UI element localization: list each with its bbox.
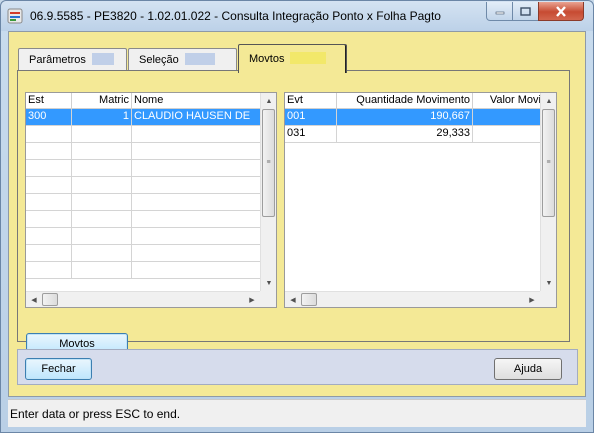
status-bar: Enter data or press ESC to end. — [8, 399, 586, 427]
events-grid-header: Evt Quantidade Movimento Valor Movi — [285, 93, 543, 109]
events-grid-vscrollbar[interactable]: ▲ ≡ ▼ — [540, 93, 556, 291]
employee-grid-header: Est Matric Nome — [26, 93, 262, 109]
cell-valor — [473, 126, 543, 142]
close-icon — [556, 5, 566, 17]
scroll-up-icon[interactable]: ▲ — [261, 93, 276, 109]
table-row[interactable] — [26, 262, 262, 279]
column-header-quantidade[interactable]: Quantidade Movimento — [337, 93, 473, 109]
main-window: 06.9.5585 - PE3820 - 1.02.01.022 - Consu… — [0, 0, 594, 433]
tab-parametros[interactable]: Parâmetros — [18, 48, 127, 71]
table-row[interactable] — [26, 228, 262, 245]
table-row[interactable] — [26, 160, 262, 177]
table-row[interactable] — [26, 211, 262, 228]
minimize-icon — [495, 11, 504, 15]
tab-movtos-label: Movtos — [249, 53, 285, 65]
minimize-button[interactable] — [486, 2, 513, 21]
events-grid[interactable]: Evt Quantidade Movimento Valor Movi 001 … — [284, 92, 557, 308]
close-button[interactable] — [538, 2, 584, 21]
column-header-valor[interactable]: Valor Movi — [473, 93, 543, 109]
table-row[interactable] — [26, 126, 262, 143]
maximize-button[interactable] — [512, 2, 539, 21]
scroll-left-icon[interactable]: ◀ — [26, 292, 42, 307]
scroll-corner — [260, 291, 276, 307]
cell-evt: 001 — [285, 109, 337, 125]
ajuda-button[interactable]: Ajuda — [494, 358, 562, 380]
scroll-up-icon[interactable]: ▲ — [541, 93, 556, 109]
table-row[interactable]: 001 190,667 — [285, 109, 543, 126]
table-row[interactable]: 300 1 CLAUDIO HAUSEN DE — [26, 109, 262, 126]
tab-movtos[interactable]: Movtos — [238, 44, 347, 73]
tab-movtos-swatch — [290, 52, 327, 64]
employee-grid[interactable]: Est Matric Nome 300 1 CLAUDIO HAUSEN DE — [25, 92, 277, 308]
tab-selecao-label: Seleção — [139, 54, 179, 66]
scroll-thumb[interactable] — [42, 293, 58, 306]
client-area: Parâmetros Seleção Movtos Est Matric Nom… — [8, 31, 586, 397]
title-bar[interactable]: 06.9.5585 - PE3820 - 1.02.01.022 - Consu… — [1, 1, 593, 31]
employee-grid-vscrollbar[interactable]: ▲ ≡ ▼ — [260, 93, 276, 291]
tab-control: Parâmetros Seleção Movtos Est Matric Nom… — [17, 44, 578, 355]
events-grid-hscrollbar[interactable]: ◀ ▶ — [285, 291, 540, 307]
scroll-corner — [540, 291, 556, 307]
scroll-thumb[interactable]: ≡ — [262, 109, 275, 217]
maximize-icon — [520, 6, 531, 16]
column-header-evt[interactable]: Evt — [285, 93, 337, 109]
cell-est: 300 — [26, 109, 72, 125]
tab-parametros-swatch — [91, 53, 114, 65]
scroll-down-icon[interactable]: ▼ — [541, 275, 556, 291]
scroll-right-icon[interactable]: ▶ — [244, 292, 260, 307]
cell-evt: 031 — [285, 126, 337, 142]
movtos-panel: Est Matric Nome 300 1 CLAUDIO HAUSEN DE — [17, 70, 570, 355]
window-title: 06.9.5585 - PE3820 - 1.02.01.022 - Consu… — [30, 9, 441, 23]
table-row[interactable] — [26, 245, 262, 262]
table-row[interactable] — [26, 194, 262, 211]
tab-parametros-label: Parâmetros — [29, 54, 86, 66]
table-row[interactable] — [26, 177, 262, 194]
cell-quantidade: 190,667 — [337, 109, 473, 125]
scroll-thumb[interactable] — [301, 293, 317, 306]
table-row[interactable] — [26, 143, 262, 160]
column-header-est[interactable]: Est — [26, 93, 72, 109]
column-header-nome[interactable]: Nome — [132, 93, 262, 109]
employee-grid-hscrollbar[interactable]: ◀ ▶ — [26, 291, 260, 307]
scroll-left-icon[interactable]: ◀ — [285, 292, 301, 307]
tab-selecao-swatch — [184, 53, 215, 65]
cell-quantidade: 29,333 — [337, 126, 473, 142]
scroll-thumb[interactable]: ≡ — [542, 109, 555, 217]
status-text: Enter data or press ESC to end. — [10, 407, 181, 421]
cell-nome: CLAUDIO HAUSEN DE — [134, 110, 251, 122]
scroll-down-icon[interactable]: ▼ — [261, 275, 276, 291]
cell-matric: 1 — [72, 109, 132, 125]
events-grid-body: 001 190,667 031 29,333 — [285, 109, 543, 143]
employee-grid-body: 300 1 CLAUDIO HAUSEN DE — [26, 109, 262, 279]
app-icon — [7, 8, 23, 24]
cell-valor — [473, 109, 543, 125]
button-bar: Fechar Ajuda — [17, 349, 578, 385]
tab-selecao[interactable]: Seleção — [128, 48, 237, 71]
table-row[interactable]: 031 29,333 — [285, 126, 543, 143]
column-header-matric[interactable]: Matric — [72, 93, 132, 109]
fechar-button[interactable]: Fechar — [25, 358, 92, 380]
scroll-right-icon[interactable]: ▶ — [524, 292, 540, 307]
